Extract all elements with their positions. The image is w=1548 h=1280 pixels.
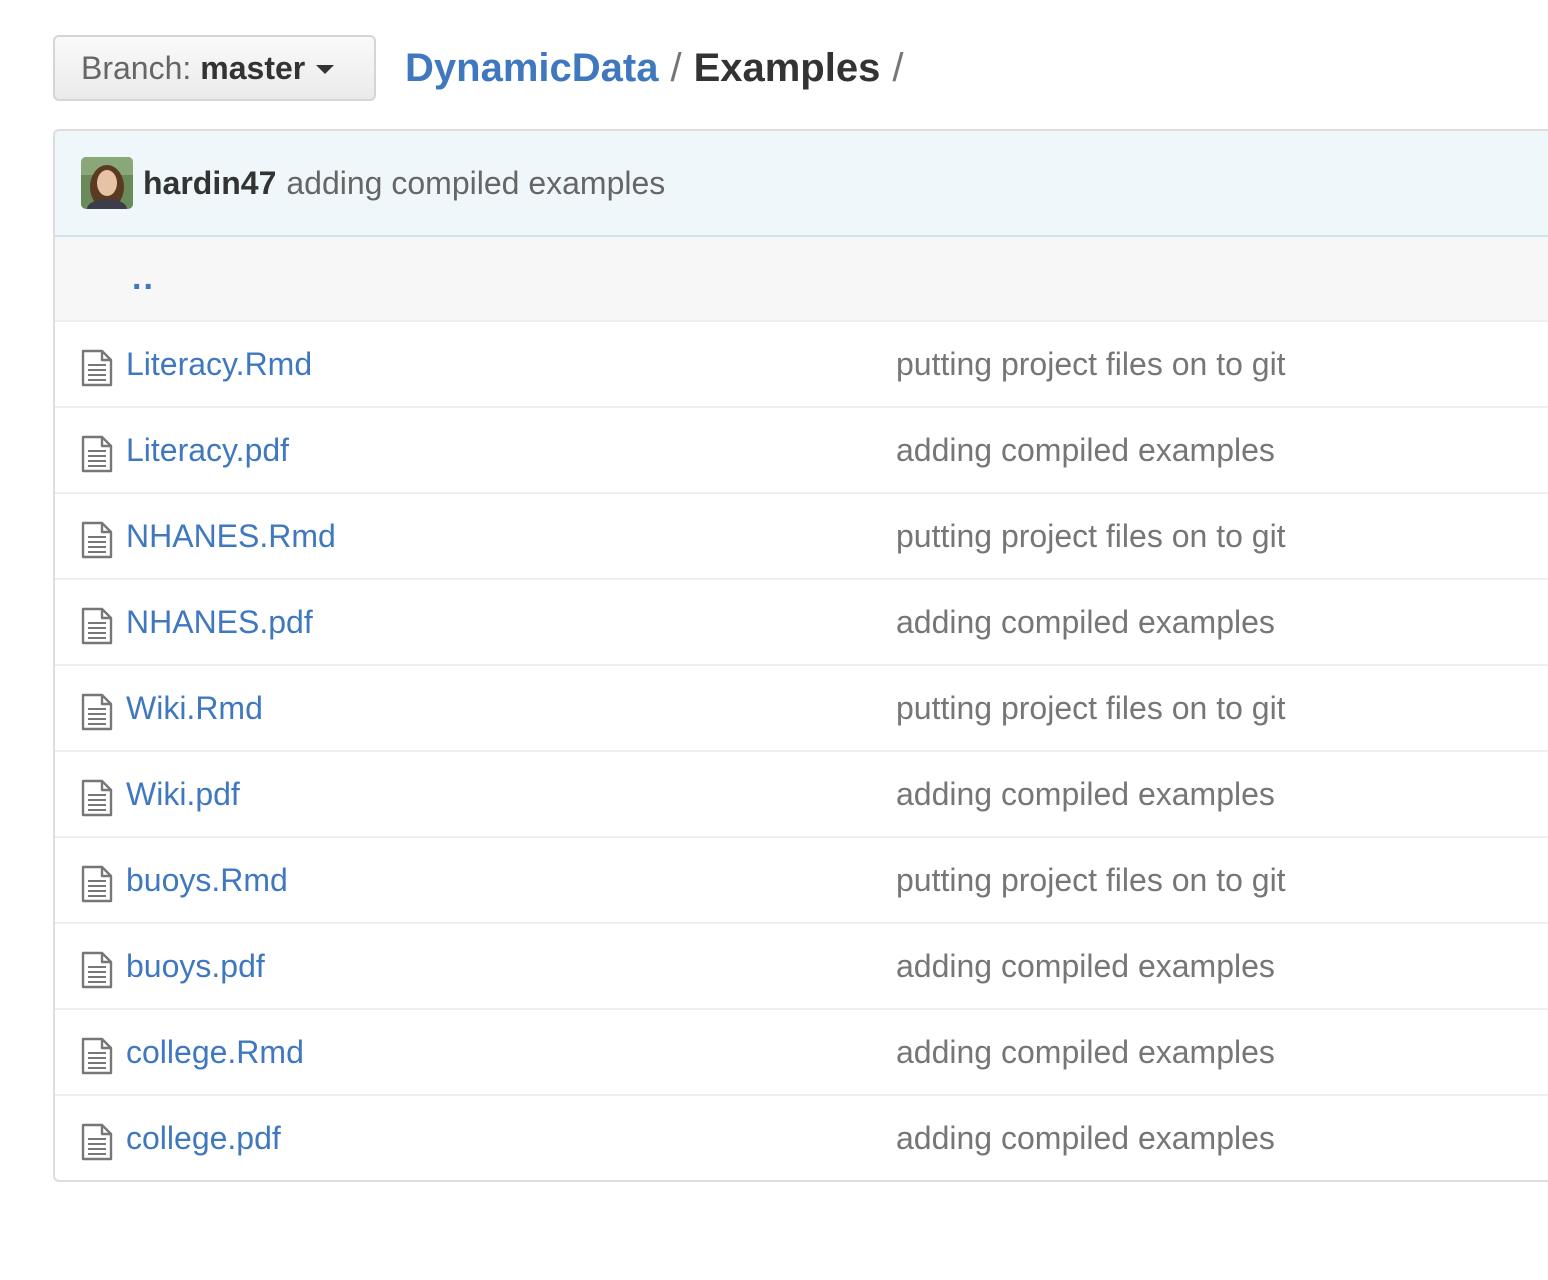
file-row[interactable]: Literacy.pdf adding compiled examples [55,408,1548,494]
file-name-link[interactable]: Literacy.Rmd [126,346,312,383]
file-commit-message[interactable]: adding compiled examples [896,948,1275,985]
file-text-icon [81,607,113,645]
branch-name: master [200,49,306,86]
avatar[interactable] [81,157,133,209]
file-text-icon [81,521,113,559]
branch-select-button[interactable]: Branch: master [53,35,376,101]
file-name-link[interactable]: college.pdf [126,1120,281,1157]
file-text-icon [81,349,113,387]
file-row[interactable]: buoys.pdf adding compiled examples [55,924,1548,1010]
branch-label: Branch: [81,49,192,86]
breadcrumb-separator: / [670,45,682,90]
file-row[interactable]: college.Rmd adding compiled examples [55,1010,1548,1096]
chevron-down-icon [316,65,335,74]
file-text-icon [81,435,113,473]
file-name-link[interactable]: buoys.pdf [126,948,265,985]
parent-directory-row[interactable]: .. [55,237,1548,322]
commit-author[interactable]: hardin47 [143,165,276,202]
file-row[interactable]: Literacy.Rmd putting project files on to… [55,322,1548,408]
file-text-icon [81,1037,113,1075]
file-text-icon [81,865,113,903]
file-name-link[interactable]: NHANES.Rmd [126,518,336,555]
parent-directory-link[interactable]: .. [132,259,155,298]
file-row[interactable]: Wiki.pdf adding compiled examples [55,752,1548,838]
file-name-link[interactable]: Wiki.Rmd [126,690,263,727]
file-name-link[interactable]: Literacy.pdf [126,432,289,469]
file-commit-message[interactable]: putting project files on to git [896,518,1286,555]
file-text-icon [81,779,113,817]
file-commit-message[interactable]: adding compiled examples [896,1034,1275,1071]
breadcrumb-repo-link[interactable]: DynamicData [405,46,658,91]
file-text-icon [81,1123,113,1161]
file-commit-message[interactable]: adding compiled examples [896,1120,1275,1157]
latest-commit-bar: hardin47 adding compiled examples [55,131,1548,237]
file-row[interactable]: buoys.Rmd putting project files on to gi… [55,838,1548,924]
file-text-icon [81,693,113,731]
file-commit-message[interactable]: putting project files on to git [896,862,1286,899]
breadcrumb-separator-trailing: / [892,45,904,90]
file-table: hardin47 adding compiled examples .. Lit… [53,129,1548,1182]
file-row[interactable]: NHANES.pdf adding compiled examples [55,580,1548,666]
file-row[interactable]: Wiki.Rmd putting project files on to git [55,666,1548,752]
breadcrumb: DynamicData / Examples / [405,46,915,91]
breadcrumb-current-folder: Examples [693,45,881,90]
file-commit-message[interactable]: putting project files on to git [896,690,1286,727]
file-name-link[interactable]: Wiki.pdf [126,776,240,813]
file-name-link[interactable]: buoys.Rmd [126,862,288,899]
repo-topbar: Branch: master DynamicData / Examples / [53,35,915,101]
file-name-link[interactable]: college.Rmd [126,1034,304,1071]
file-name-link[interactable]: NHANES.pdf [126,604,313,641]
file-row[interactable]: college.pdf adding compiled examples [55,1096,1548,1180]
file-row[interactable]: NHANES.Rmd putting project files on to g… [55,494,1548,580]
file-commit-message[interactable]: adding compiled examples [896,776,1275,813]
file-commit-message[interactable]: adding compiled examples [896,604,1275,641]
file-commit-message[interactable]: adding compiled examples [896,432,1275,469]
file-commit-message[interactable]: putting project files on to git [896,346,1286,383]
file-text-icon [81,951,113,989]
commit-message[interactable]: adding compiled examples [286,165,665,202]
